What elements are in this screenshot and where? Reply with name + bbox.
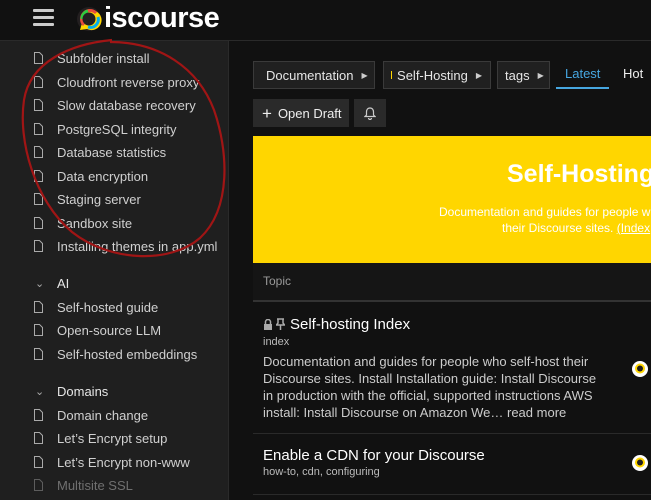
document-icon	[34, 193, 43, 205]
sidebar-item-self-hosted-guide[interactable]: Self-hosted guide	[0, 296, 228, 318]
sidebar-item-label: Staging server	[57, 191, 141, 207]
banner-description-text: their Discourse sites.	[502, 221, 614, 235]
lock-icon	[264, 319, 272, 330]
sidebar-item-label: Data encryption	[57, 168, 149, 184]
caret-right-icon: ▶	[361, 70, 368, 80]
avatar[interactable]	[632, 361, 648, 377]
open-draft-label: Open Draft	[277, 105, 342, 121]
document-icon	[34, 301, 43, 313]
document-icon	[34, 52, 43, 64]
sidebar-item-staging-server[interactable]: Staging server	[0, 188, 228, 210]
topic-title[interactable]: Enable a CDN for your Discourse	[263, 447, 485, 464]
sidebar-item-label: Slow database recovery	[57, 97, 196, 113]
notification-bell-button[interactable]	[354, 99, 386, 127]
sidebar-item-label: Let’s Encrypt non-www	[57, 454, 190, 470]
sidebar-section-domains[interactable]: ⌄ Domains	[0, 382, 228, 404]
document-icon	[34, 348, 43, 360]
discourse-logo-icon	[77, 7, 102, 31]
category-label: Self-Hosting	[397, 67, 468, 83]
sidebar-item-label: Sandbox site	[57, 215, 133, 231]
open-draft-button[interactable]: + Open Draft	[253, 99, 349, 127]
plus-icon: +	[262, 103, 272, 123]
topic-row[interactable]: Enable a CDN for your Discourse how-to, …	[253, 434, 651, 495]
sidebar-section-ai[interactable]: ⌄ AI	[0, 274, 228, 296]
document-icon	[34, 217, 43, 229]
sidebar-item-lets-encrypt-setup[interactable]: Let’s Encrypt setup	[0, 427, 228, 449]
sidebar-item-label: Installing themes in app.yml	[57, 238, 218, 254]
pin-icon	[276, 318, 285, 330]
discourse-avatar-icon	[633, 362, 647, 376]
banner-title: Self-Hosting	[507, 160, 651, 188]
category-dropdown-documentation[interactable]: Documentation ▶	[253, 61, 375, 89]
sidebar-item-label: Cloudfront reverse proxy	[57, 74, 200, 90]
top-header: iscourse	[0, 0, 651, 41]
sidebar-item-label: Self-hosted guide	[57, 299, 159, 315]
document-icon	[34, 456, 43, 468]
sidebar-item-domain-change[interactable]: Domain change	[0, 404, 228, 426]
tab-latest[interactable]: Latest	[556, 66, 610, 89]
sidebar-item-sandbox-site[interactable]: Sandbox site	[0, 212, 228, 234]
read-more-link[interactable]: read more	[507, 405, 566, 420]
chevron-down-icon: ⌄	[35, 386, 45, 398]
banner-index-link[interactable]: (Index	[617, 221, 650, 235]
category-dropdown-self-hosting[interactable]: Self-Hosting ▶	[383, 61, 491, 89]
sidebar-item-cloudfront[interactable]: Cloudfront reverse proxy	[0, 71, 228, 93]
sidebar-item-open-source-llm[interactable]: Open-source LLM	[0, 319, 228, 341]
sidebar-item-subfolder-install[interactable]: Subfolder install	[0, 47, 228, 69]
sidebar-item-postgresql-integrity[interactable]: PostgreSQL integrity	[0, 118, 228, 140]
sidebar: Subfolder install Cloudfront reverse pro…	[0, 41, 229, 500]
document-icon	[34, 123, 43, 135]
sidebar-item-database-statistics[interactable]: Database statistics	[0, 141, 228, 163]
sidebar-item-label: Self-hosted embeddings	[57, 346, 198, 362]
sidebar-item-label: Let’s Encrypt setup	[57, 430, 168, 446]
document-icon	[34, 432, 43, 444]
avatar[interactable]	[632, 455, 648, 471]
category-label: Documentation	[266, 67, 354, 83]
topic-tags[interactable]: index	[263, 336, 289, 348]
document-icon	[34, 170, 43, 182]
sidebar-item-label: Domain change	[57, 407, 149, 423]
tags-label: tags	[505, 67, 530, 83]
banner-description: Documentation and guides for people w	[439, 205, 651, 219]
document-icon	[34, 324, 43, 336]
sidebar-item-label: Open-source LLM	[57, 322, 162, 338]
chevron-down-icon: ⌄	[35, 278, 45, 290]
caret-right-icon: ▶	[537, 70, 544, 80]
discourse-avatar-icon	[633, 456, 647, 470]
sidebar-item-slow-db-recovery[interactable]: Slow database recovery	[0, 94, 228, 116]
topic-tags[interactable]: how-to, cdn, configuring	[263, 466, 380, 478]
sidebar-item-data-encryption[interactable]: Data encryption	[0, 165, 228, 187]
logo-text: iscourse	[104, 2, 220, 34]
sidebar-item-installing-themes[interactable]: Installing themes in app.yml	[0, 235, 228, 257]
main-content: Documentation ▶ Self-Hosting ▶ tags ▶ La…	[229, 41, 651, 500]
sidebar-section-label: AI	[57, 276, 70, 291]
document-icon	[34, 146, 43, 158]
sidebar-item-label: Multisite SSL	[57, 477, 133, 493]
banner-description-line2: their Discourse sites. (Index	[502, 221, 650, 235]
category-color-square	[391, 71, 393, 79]
document-icon	[34, 76, 43, 88]
topic-column-header[interactable]: Topic	[263, 274, 291, 288]
sidebar-section-label: Domains	[57, 384, 109, 399]
document-icon	[34, 99, 43, 111]
tab-hot[interactable]: Hot	[623, 66, 643, 81]
document-icon	[34, 409, 43, 421]
sidebar-item-label: PostgreSQL integrity	[57, 121, 177, 137]
sidebar-item-lets-encrypt-non-www[interactable]: Let’s Encrypt non-www	[0, 451, 228, 473]
document-icon	[34, 479, 43, 491]
sidebar-item-label: Database statistics	[57, 144, 167, 160]
sidebar-item-label: Subfolder install	[57, 50, 150, 66]
sidebar-item-multisite-ssl[interactable]: Multisite SSL	[0, 474, 228, 496]
category-banner: Self-Hosting Documentation and guides fo…	[253, 136, 651, 263]
bell-icon	[364, 106, 376, 120]
topic-title[interactable]: Self-hosting Index	[290, 316, 410, 333]
document-icon	[34, 240, 43, 252]
caret-right-icon: ▶	[475, 70, 482, 80]
sidebar-item-self-hosted-embeddings[interactable]: Self-hosted embeddings	[0, 343, 228, 365]
topic-excerpt: Documentation and guides for people who …	[263, 353, 608, 421]
topic-row[interactable]: Self-hosting Index index Documentation a…	[253, 302, 651, 434]
topic-list-header: Topic	[253, 263, 651, 302]
hamburger-menu-icon[interactable]	[33, 9, 54, 27]
tags-dropdown[interactable]: tags ▶	[497, 61, 550, 89]
